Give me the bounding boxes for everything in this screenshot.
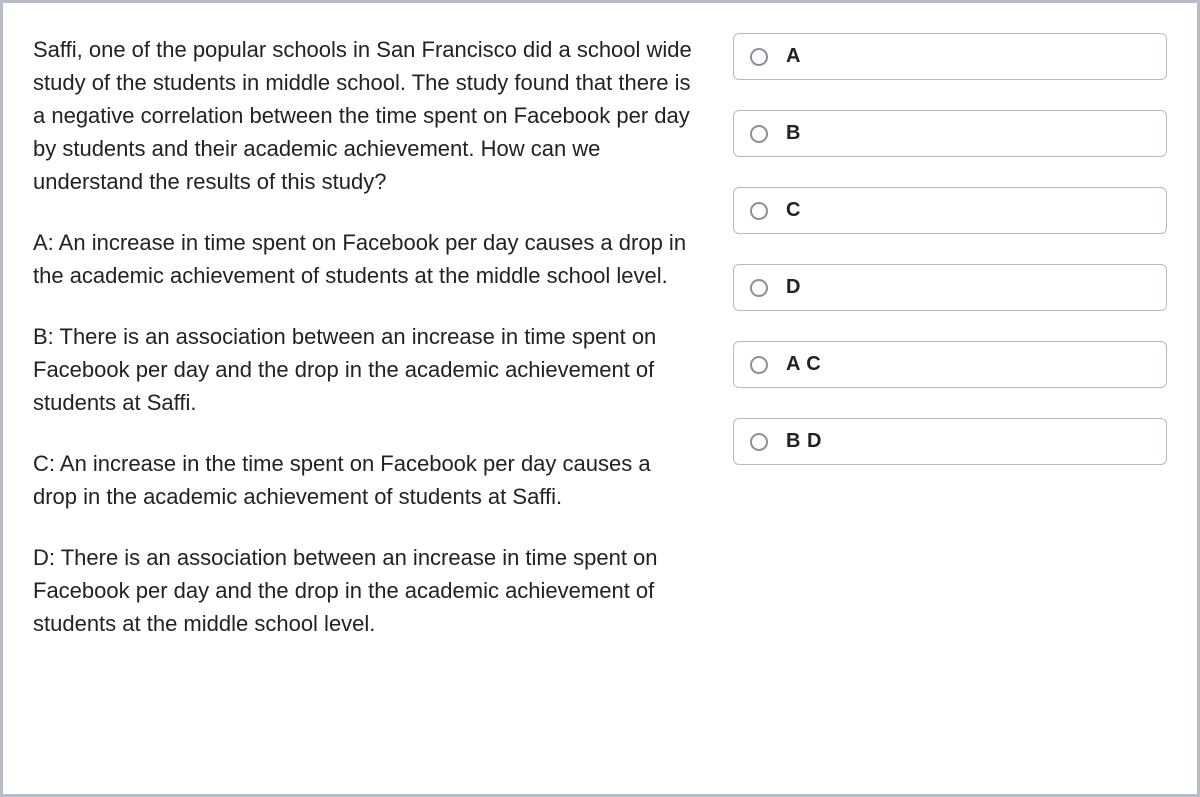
- statement-c: C: An increase in the time spent on Face…: [33, 447, 693, 513]
- option-b[interactable]: B: [733, 110, 1167, 157]
- option-label: B D: [786, 430, 822, 453]
- answer-options-column: A B C D A C B D: [733, 33, 1167, 764]
- radio-icon: [750, 202, 768, 220]
- option-d[interactable]: D: [733, 264, 1167, 311]
- statement-d: D: There is an association between an in…: [33, 541, 693, 640]
- question-prompt: Saffi, one of the popular schools in San…: [33, 33, 693, 198]
- option-ac[interactable]: A C: [733, 341, 1167, 388]
- question-card: Saffi, one of the popular schools in San…: [0, 0, 1200, 797]
- question-text-column: Saffi, one of the popular schools in San…: [33, 33, 733, 764]
- radio-icon: [750, 48, 768, 66]
- statement-a: A: An increase in time spent on Facebook…: [33, 226, 693, 292]
- option-label: D: [786, 276, 801, 299]
- statement-b: B: There is an association between an in…: [33, 320, 693, 419]
- radio-icon: [750, 125, 768, 143]
- option-label: C: [786, 199, 801, 222]
- option-label: B: [786, 122, 801, 145]
- columns: Saffi, one of the popular schools in San…: [33, 33, 1167, 764]
- radio-icon: [750, 356, 768, 374]
- option-a[interactable]: A: [733, 33, 1167, 80]
- option-c[interactable]: C: [733, 187, 1167, 234]
- option-label: A C: [786, 353, 821, 376]
- radio-icon: [750, 279, 768, 297]
- option-bd[interactable]: B D: [733, 418, 1167, 465]
- option-label: A: [786, 45, 801, 68]
- radio-icon: [750, 433, 768, 451]
